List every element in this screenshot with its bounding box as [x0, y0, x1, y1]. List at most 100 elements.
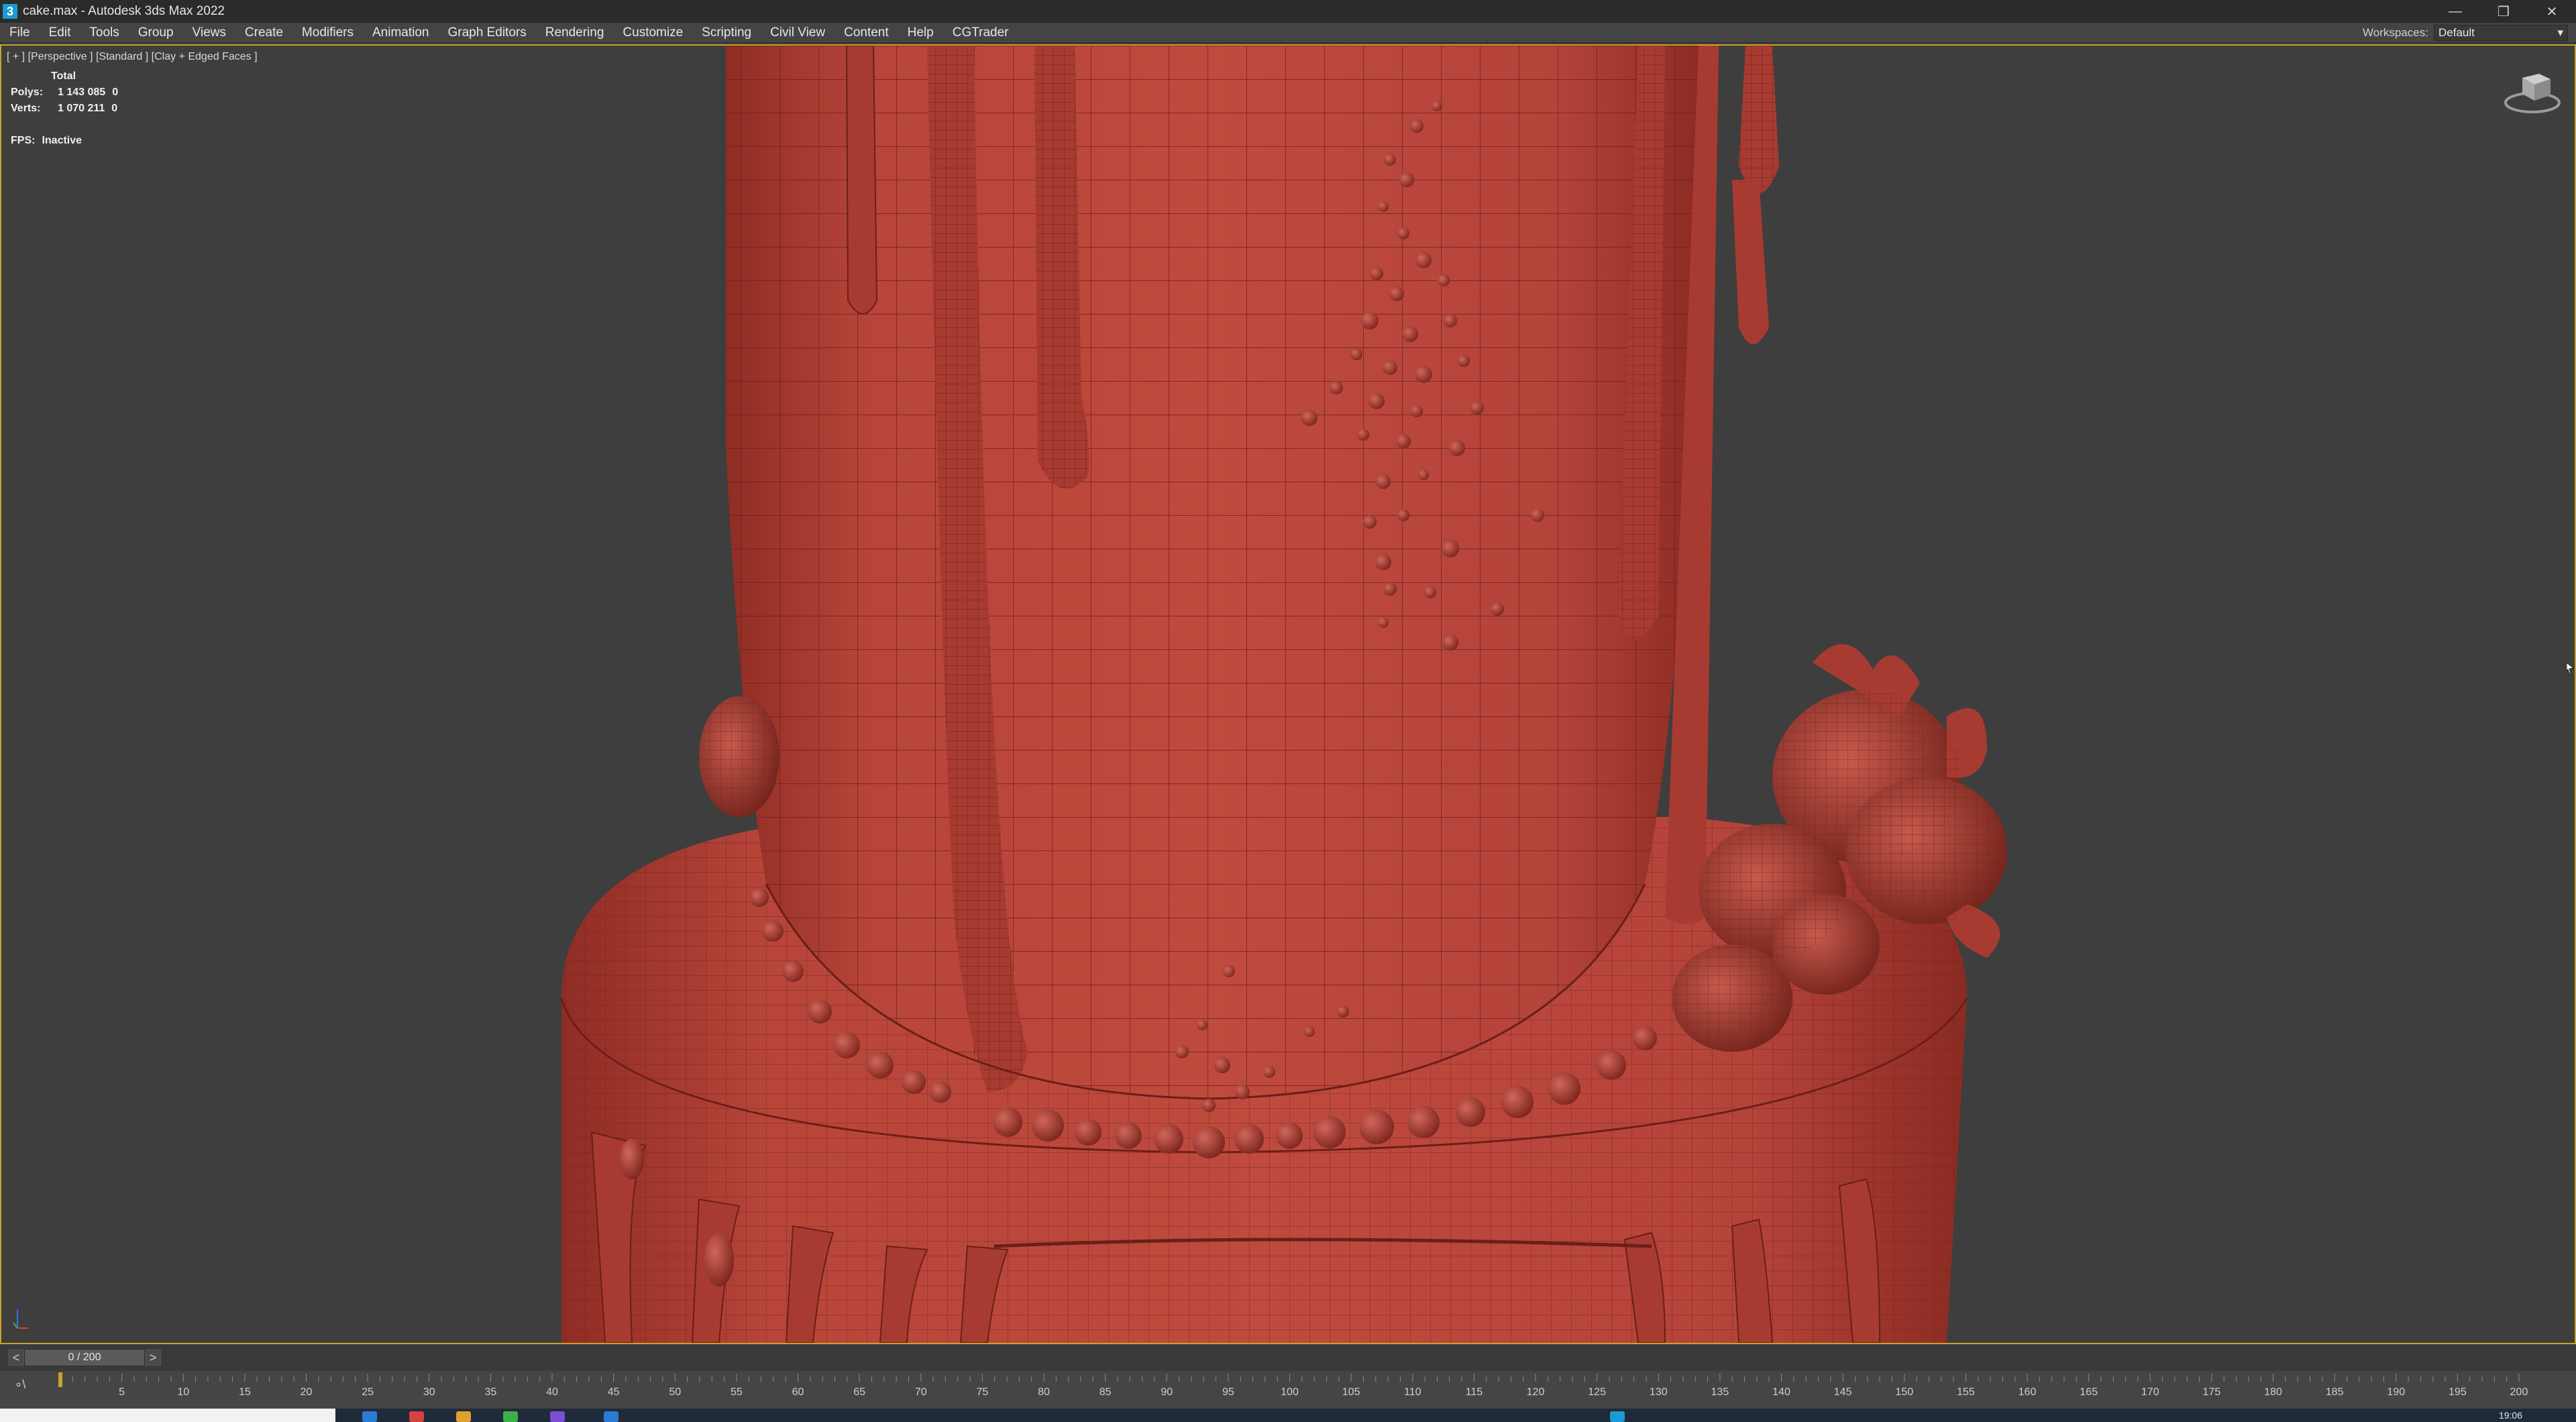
taskbar-app-icon[interactable]: [550, 1411, 565, 1422]
frame-tick-label: 190: [2387, 1386, 2405, 1398]
taskbar-app-icon[interactable]: [409, 1411, 424, 1422]
frame-tick-label: 145: [1834, 1386, 1852, 1398]
frame-tick-label: 60: [792, 1386, 804, 1398]
time-slider-handle[interactable]: 0 / 200: [24, 1349, 145, 1366]
workspace-dropdown[interactable]: Default ▾: [2434, 25, 2568, 41]
menu-modifiers[interactable]: Modifiers: [292, 23, 363, 43]
frame-tick-label: 65: [853, 1386, 865, 1398]
menu-animation[interactable]: Animation: [363, 23, 439, 43]
current-frame-marker[interactable]: [58, 1372, 62, 1387]
title-bar: 3 cake.max - Autodesk 3ds Max 2022 — ❒ ✕: [0, 0, 2576, 23]
app-icon: 3: [3, 4, 17, 19]
menu-customize[interactable]: Customize: [613, 23, 692, 43]
workspace-value: Default: [2438, 26, 2475, 39]
restore-button[interactable]: ❒: [2479, 0, 2528, 23]
verts-label: Verts:: [11, 103, 41, 114]
chevron-down-icon: ▾: [2557, 26, 2563, 39]
workspace-label: Workspaces:: [2363, 26, 2428, 39]
polys-value: 1 143 085: [58, 87, 106, 98]
fps-label: FPS:: [11, 135, 36, 146]
frame-tick-label: 180: [2264, 1386, 2282, 1398]
frame-tick-label: 35: [484, 1386, 496, 1398]
frame-tick-label: 195: [2449, 1386, 2467, 1398]
window-controls: — ❒ ✕: [2431, 0, 2576, 23]
frame-tick-label: 10: [177, 1386, 189, 1398]
taskbar-app-icon[interactable]: [503, 1411, 518, 1422]
frame-tick-label: 125: [1588, 1386, 1606, 1398]
minimize-button[interactable]: —: [2431, 0, 2479, 23]
frame-tick-label: 105: [1342, 1386, 1360, 1398]
taskbar-search-box[interactable]: [0, 1409, 335, 1422]
frame-tick-label: 155: [1957, 1386, 1975, 1398]
time-slider-bar: < 0 / 200 >: [0, 1344, 2576, 1371]
frame-tick-label: 95: [1222, 1386, 1234, 1398]
frame-tick-label: 40: [546, 1386, 558, 1398]
frame-tick-label: 115: [1466, 1386, 1483, 1398]
frame-tick-label: 130: [1650, 1386, 1668, 1398]
frame-tick-label: 70: [915, 1386, 927, 1398]
frame-tick-label: 75: [976, 1386, 988, 1398]
frame-tick-label: 170: [2141, 1386, 2159, 1398]
frame-tick-label: 110: [1404, 1386, 1421, 1398]
cake-model: [560, 46, 2007, 1343]
track-bar[interactable]: ∘\ 5 10 15 20 25 30 35 40 45 50 55 60 65 70 75 80 85 90 95…: [0, 1371, 2576, 1409]
menu-group[interactable]: Group: [129, 23, 183, 43]
frame-tick-label: 55: [731, 1386, 743, 1398]
taskbar-clock: 19:06: [2498, 1410, 2522, 1421]
menu-help[interactable]: Help: [898, 23, 943, 43]
taskbar-app-icon[interactable]: [456, 1411, 471, 1422]
frame-tick-label: 30: [423, 1386, 435, 1398]
app-window: 3 cake.max - Autodesk 3ds Max 2022 — ❒ ✕…: [0, 0, 2576, 1422]
frame-ruler[interactable]: 5 10 15 20 25 30 35 40 45 50 55 60 65 70 75 80 85 90 95 100…: [0, 1371, 2576, 1409]
close-button[interactable]: ✕: [2528, 0, 2576, 23]
window-title: cake.max - Autodesk 3ds Max 2022: [23, 4, 225, 18]
frame-tick-label: 150: [1895, 1386, 1913, 1398]
taskbar-3dsmax-icon[interactable]: [1610, 1411, 1625, 1422]
menu-create[interactable]: Create: [235, 23, 292, 43]
verts-value: 1 070 211: [58, 103, 105, 114]
polys-selected: 0: [112, 87, 119, 98]
frame-tick-label: 15: [239, 1386, 251, 1398]
frame-tick-label: 160: [2019, 1386, 2037, 1398]
stats-verts-row: Verts: 1 070 211 0: [11, 101, 118, 117]
frame-tick-label: 175: [2203, 1386, 2221, 1398]
taskbar-app-icon[interactable]: [362, 1411, 377, 1422]
menu-scripting[interactable]: Scripting: [692, 23, 761, 43]
polys-label: Polys:: [11, 87, 44, 98]
stats-polys-row: Polys: 1 143 085 0: [11, 85, 118, 101]
menu-rendering[interactable]: Rendering: [536, 23, 614, 43]
frame-tick-label: 50: [669, 1386, 681, 1398]
menu-tools[interactable]: Tools: [80, 23, 128, 43]
fps-row: FPS: Inactive: [11, 133, 118, 149]
menu-edit[interactable]: Edit: [40, 23, 80, 43]
viewcube-icon[interactable]: [2502, 66, 2563, 119]
viewport-label-menu[interactable]: [ + ] [Perspective ] [Standard ] [Clay +…: [7, 51, 258, 63]
frame-tick-label: 80: [1038, 1386, 1050, 1398]
viewport-statistics: Total Polys: 1 143 085 0 Verts: 1 070 21…: [11, 68, 118, 149]
fps-value: Inactive: [42, 135, 83, 146]
frame-tick-label: 20: [301, 1386, 313, 1398]
frame-tick-label: 140: [1772, 1386, 1790, 1398]
frame-tick-label: 25: [362, 1386, 374, 1398]
menu-bar: File Edit Tools Group Views Create Modif…: [0, 23, 2576, 43]
time-slider-next-button[interactable]: >: [145, 1350, 161, 1366]
frame-tick-label: 165: [2080, 1386, 2098, 1398]
perspective-viewport[interactable]: [ + ] [Perspective ] [Standard ] [Clay +…: [0, 44, 2576, 1344]
taskbar-app-icon[interactable]: [604, 1411, 619, 1422]
menu-civil-view[interactable]: Civil View: [761, 23, 835, 43]
frame-tick-label: 185: [2326, 1386, 2344, 1398]
frame-tick-label: 45: [608, 1386, 620, 1398]
workspace-switcher: Workspaces: Default ▾: [2363, 24, 2568, 42]
frame-tick-label: 85: [1099, 1386, 1112, 1398]
verts-selected: 0: [111, 103, 118, 114]
axis-tripod-icon: [13, 1309, 28, 1329]
menu-content[interactable]: Content: [835, 23, 898, 43]
mouse-cursor-icon: [2567, 663, 2573, 673]
menu-cgtrader[interactable]: CGTrader: [943, 23, 1018, 43]
frame-tick-label: 135: [1711, 1386, 1729, 1398]
menu-file[interactable]: File: [0, 23, 40, 43]
frame-tick-label: 200: [2510, 1386, 2528, 1398]
time-slider-prev-button[interactable]: <: [8, 1350, 24, 1366]
menu-views[interactable]: Views: [183, 23, 235, 43]
menu-graph-editors[interactable]: Graph Editors: [439, 23, 536, 43]
